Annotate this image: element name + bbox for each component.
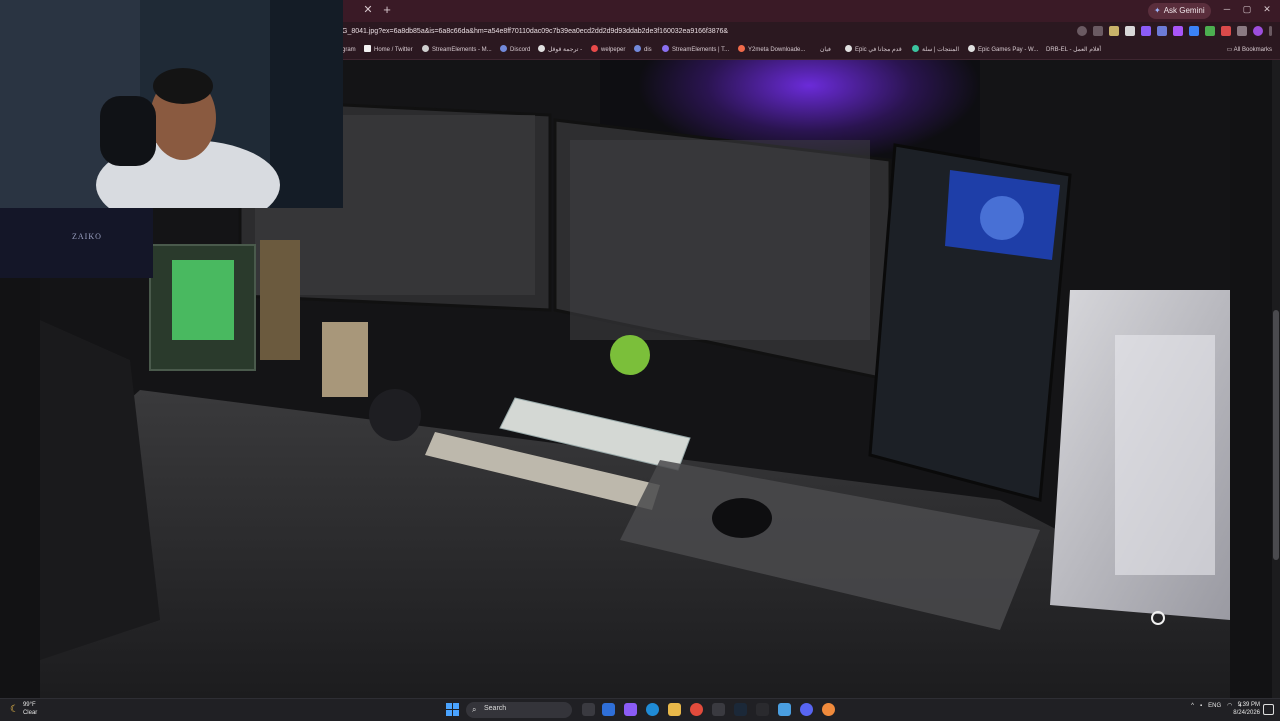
right-monitor [868, 143, 1072, 502]
bookmark-item[interactable]: فيان [820, 45, 831, 56]
bookmark-item[interactable]: Epic قدم مجانا في [845, 45, 902, 56]
discord-icon[interactable] [800, 703, 813, 716]
webcam-overlay [0, 0, 343, 208]
weather-condition: Clear [22, 710, 38, 716]
streamelements-icon [422, 45, 429, 52]
google-translate-icon [538, 45, 545, 52]
puzzle-icon[interactable] [1237, 26, 1247, 36]
gemini-icon: ✦ [1154, 6, 1161, 15]
maximize-icon[interactable]: ▢ [1240, 4, 1254, 15]
start-button[interactable] [446, 703, 459, 716]
app-icon[interactable] [778, 703, 791, 716]
stream-nameplate: ZAIKO [0, 208, 153, 278]
discord-icon [634, 45, 641, 52]
y2meta-icon [738, 45, 745, 52]
anime-figure [260, 240, 300, 360]
xbox-icon[interactable] [712, 703, 725, 716]
salla-icon [912, 45, 919, 52]
chevron-up-icon[interactable]: ^ [1191, 703, 1194, 709]
app-tray-icon[interactable]: ▪ [1200, 703, 1202, 709]
extension-icon[interactable] [1125, 26, 1135, 36]
extension-icons [1077, 26, 1272, 38]
bookmark-item[interactable]: Home / Twitter [364, 45, 413, 56]
streamer-cam [0, 0, 343, 208]
iced-coffee-cup [322, 322, 368, 397]
task-view-icon[interactable] [582, 703, 595, 716]
taskbar-search[interactable]: ⌕ Search [466, 702, 572, 718]
extension-icon[interactable] [1189, 26, 1199, 36]
taskbar-clock[interactable]: 9:39 PM 8/24/2026 [1233, 701, 1260, 717]
bookmark-item[interactable]: المنتجات | سلة [912, 45, 959, 56]
app-icon[interactable] [822, 703, 835, 716]
ask-gemini-button[interactable]: ✦ Ask Gemini [1148, 3, 1211, 19]
wifi-icon[interactable]: ◠ [1227, 702, 1232, 709]
wallpaper-icon [591, 45, 598, 52]
app-icon[interactable] [624, 703, 637, 716]
bookmark-item[interactable]: StreamElements | T... [662, 45, 729, 56]
microphone [369, 389, 421, 441]
mouse [712, 498, 772, 538]
folder-icon: ▭ [1226, 47, 1234, 53]
streamelements-icon [662, 45, 669, 52]
twitter-icon [364, 45, 371, 52]
extension-icon[interactable] [1157, 26, 1167, 36]
bookmark-item[interactable]: Y2meta Downloade... [738, 45, 805, 56]
epic-games-icon [968, 45, 975, 52]
profile-avatar[interactable] [1253, 26, 1263, 36]
plant [610, 335, 650, 375]
new-tab-icon[interactable]: + [380, 3, 394, 17]
language-indicator[interactable]: ENG [1208, 703, 1221, 709]
moon-icon: ☾ [10, 703, 19, 715]
terminal-icon[interactable] [756, 703, 769, 716]
widgets-icon[interactable] [602, 703, 615, 716]
close-tab-icon[interactable]: ✕ [362, 4, 374, 16]
star-icon[interactable] [1093, 26, 1103, 36]
bookmark-item[interactable]: DRB-EL - أفلام العمل [1046, 45, 1101, 56]
chrome-icon[interactable] [690, 703, 703, 716]
extension-icon[interactable] [1141, 26, 1151, 36]
all-bookmarks-button[interactable]: ▭ All Bookmarks [1227, 45, 1272, 56]
extension-icon[interactable] [1109, 26, 1119, 36]
notification-icon[interactable] [1263, 704, 1274, 715]
windows-taskbar: ☾ 99°F Clear ⌕ Search ^ ▪ ENG ◠ ◖ 9:39 P… [0, 698, 1280, 721]
extension-icon[interactable] [1205, 26, 1215, 36]
url-text[interactable]: G_8041.jpg?ex=6a8db85a&is=6a8c66da&hm=a5… [342, 26, 1042, 38]
bookmark-item[interactable]: ترجمة قوقل - [538, 45, 582, 56]
minimize-icon[interactable]: ─ [1220, 4, 1234, 14]
weather-temp: 99°F [22, 702, 36, 708]
weather-widget[interactable]: ☾ 99°F Clear [10, 701, 37, 717]
menu-dots-icon[interactable] [1269, 26, 1272, 36]
epic-icon [845, 45, 852, 52]
steam-icon[interactable] [734, 703, 747, 716]
discord-icon [500, 45, 507, 52]
page-scrollbar[interactable] [1272, 60, 1280, 698]
extension-icon[interactable] [1221, 26, 1231, 36]
pixel-lamp [149, 244, 256, 371]
close-window-icon[interactable]: ✕ [1260, 4, 1274, 15]
pc-case [1050, 290, 1230, 625]
extension-icon[interactable] [1173, 26, 1183, 36]
scrollbar-thumb[interactable] [1273, 310, 1279, 560]
bookmark-item[interactable]: Discord [500, 45, 530, 56]
bookmark-item[interactable]: Epic Games Pay - W... [968, 45, 1038, 56]
windows-logo-icon [446, 703, 452, 709]
bookmark-item[interactable]: gram [342, 45, 356, 56]
edge-icon[interactable] [646, 703, 659, 716]
bookmark-item[interactable]: dis [634, 45, 652, 56]
search-icon: ⌕ [472, 705, 477, 714]
zoom-icon[interactable] [1077, 26, 1087, 36]
file-explorer-icon[interactable] [668, 703, 681, 716]
bookmark-item[interactable]: welpeper [591, 45, 625, 56]
bookmark-item[interactable]: StreamElements - M... [422, 45, 492, 56]
